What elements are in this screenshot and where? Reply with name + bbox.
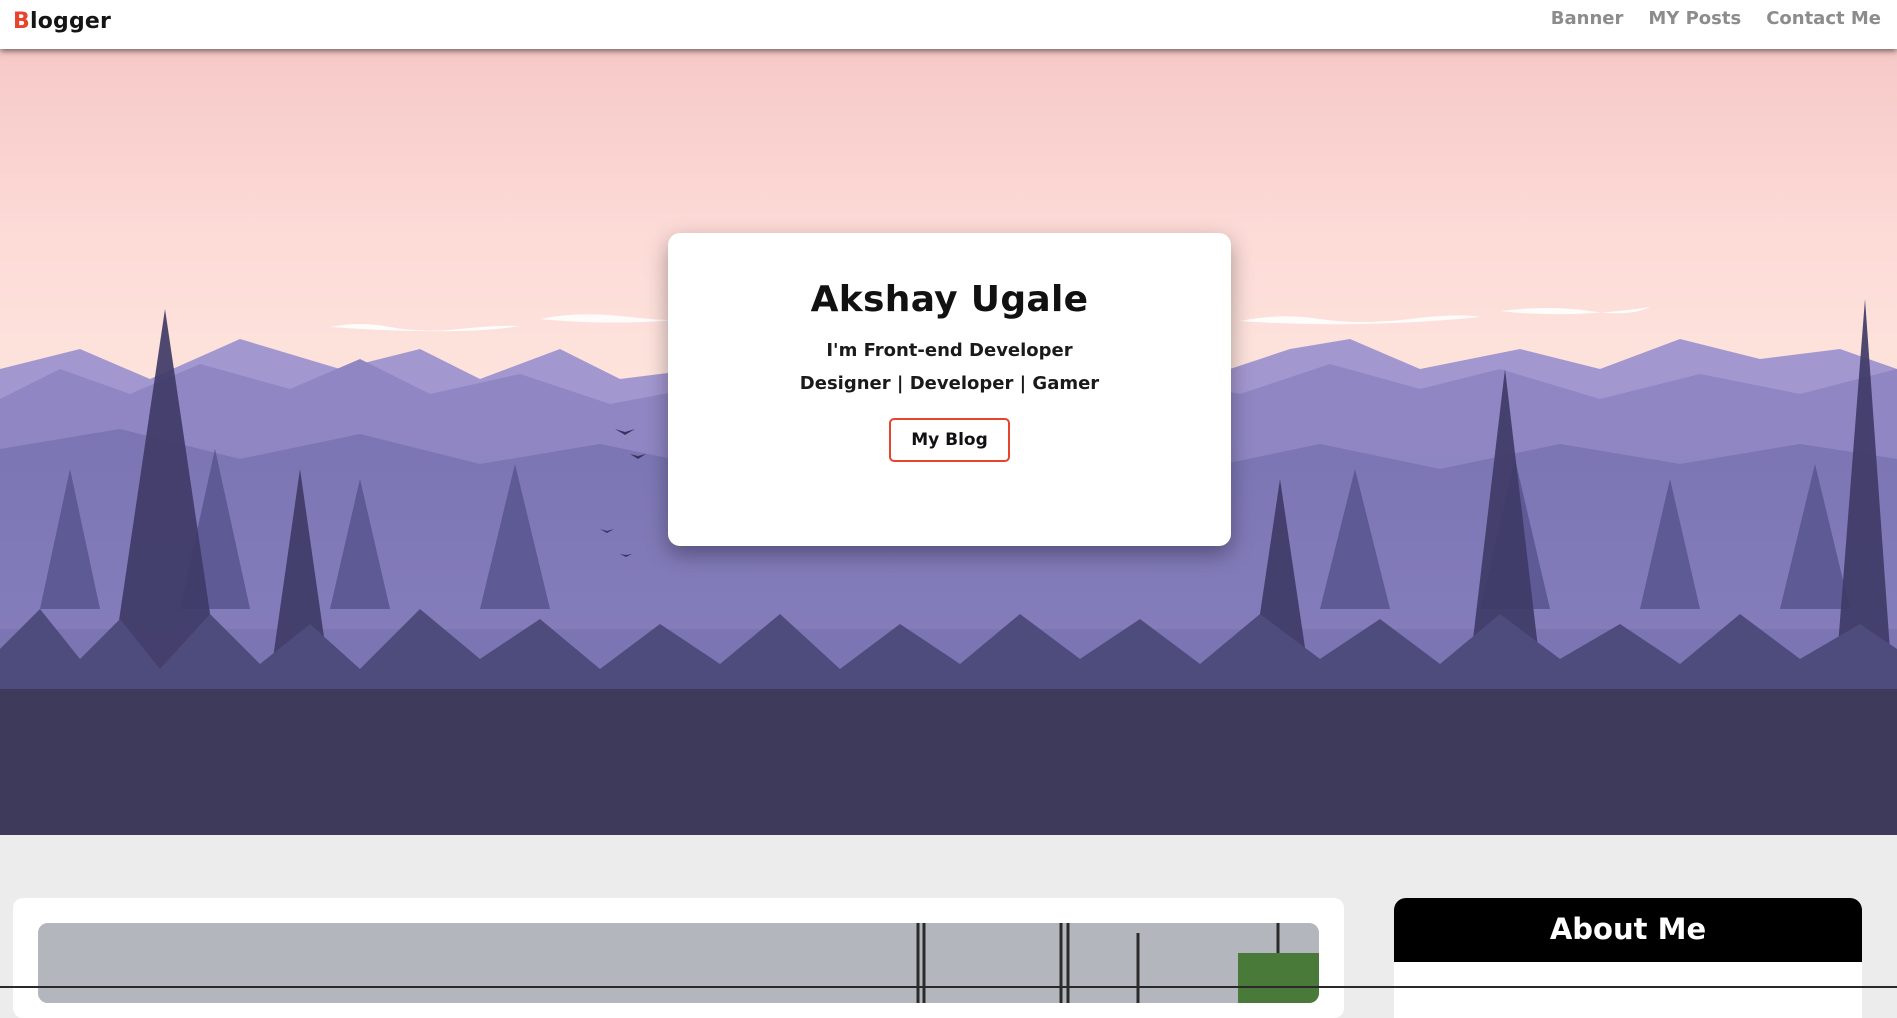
intro-card: Akshay Ugale I'm Front-end Developer Des… bbox=[668, 233, 1231, 546]
post-card bbox=[13, 898, 1344, 1018]
author-tags: Designer | Developer | Gamer bbox=[799, 373, 1100, 394]
brand-rest: logger bbox=[29, 9, 112, 34]
about-title: About Me bbox=[1394, 898, 1862, 962]
nav-links: Banner MY Posts Contact Me bbox=[1551, 8, 1881, 29]
brand-logo[interactable]: Blogger bbox=[13, 9, 111, 34]
navbar: Blogger Banner MY Posts Contact Me bbox=[0, 0, 1897, 49]
construction-photo bbox=[38, 923, 1319, 1003]
nav-link-banner[interactable]: Banner bbox=[1551, 8, 1624, 29]
author-name: Akshay Ugale bbox=[810, 279, 1089, 320]
my-blog-button[interactable]: My Blog bbox=[889, 418, 1010, 462]
brand-first-letter: B bbox=[13, 9, 30, 34]
author-role: I'm Front-end Developer bbox=[826, 340, 1073, 361]
nav-link-my-posts[interactable]: MY Posts bbox=[1648, 8, 1741, 29]
nav-link-contact-me[interactable]: Contact Me bbox=[1766, 8, 1881, 29]
post-image bbox=[38, 923, 1319, 1003]
about-card: About Me bbox=[1394, 898, 1862, 1018]
hero-banner: Akshay Ugale I'm Front-end Developer Des… bbox=[0, 49, 1897, 835]
